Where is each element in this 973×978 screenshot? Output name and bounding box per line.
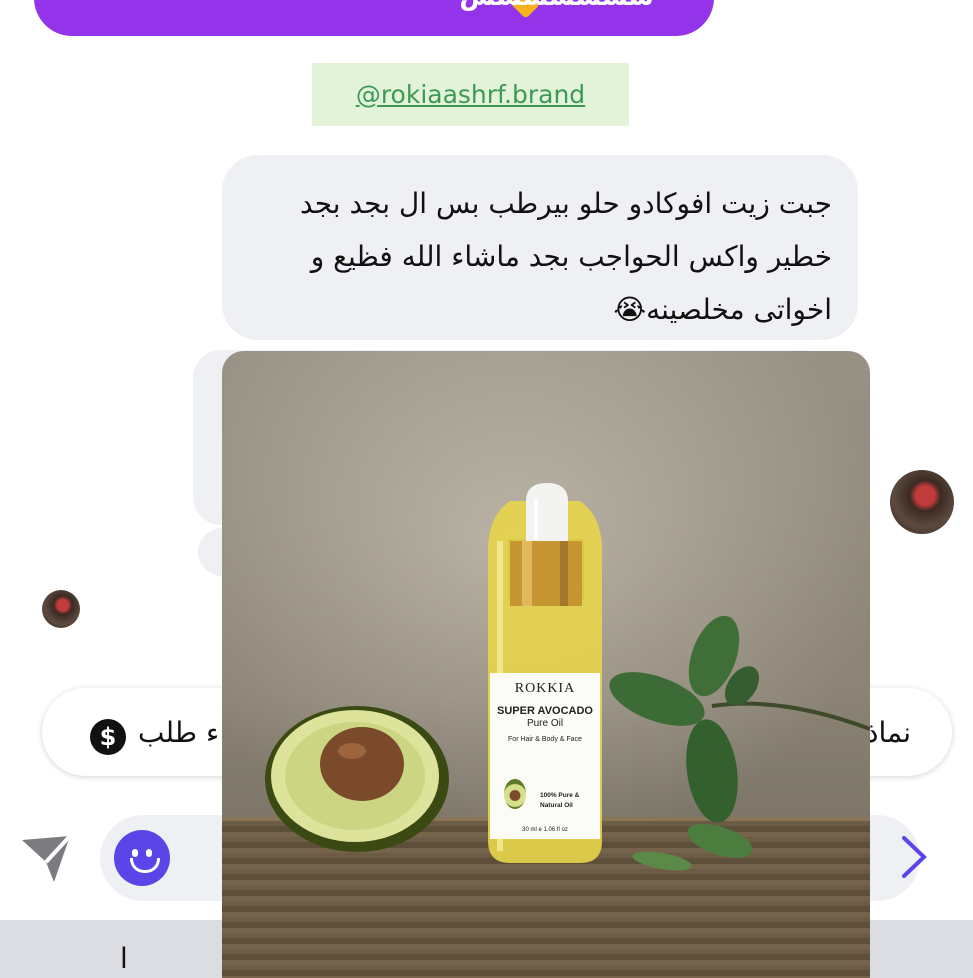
- recipient-avatar[interactable]: [42, 590, 80, 628]
- previous-message-bubble: سسسسسسس: [34, 0, 714, 36]
- avocado-pit: [320, 727, 404, 801]
- product-illustration: [265, 483, 870, 871]
- avocado-logo-icon: [504, 779, 526, 809]
- samples-chip[interactable]: نماذ: [866, 716, 911, 749]
- smiley-icon[interactable]: [114, 830, 170, 886]
- label-usage: For Hair & Body & Face: [508, 736, 582, 743]
- previous-message-text: سسسسسسس: [459, 0, 654, 12]
- dropper-bulb: [526, 483, 568, 541]
- label-brand: ROKKIA: [514, 681, 576, 696]
- chevron-right-icon[interactable]: [896, 834, 930, 880]
- paper-plane-icon[interactable]: [18, 832, 74, 886]
- leaf: [687, 824, 753, 858]
- bottle-collar: [510, 541, 582, 606]
- message-line-1: جبت زيت افوكادو حلو بيرطب بس ال بجد بجد: [300, 187, 832, 220]
- incoming-message-bubble: جبت زيت افوكادو حلو بيرطب بس ال بجد بجد …: [222, 155, 858, 340]
- bottom-bar-text: ا: [120, 942, 128, 975]
- dollar-icon[interactable]: $: [90, 719, 126, 755]
- label-product-name: SUPER AVOCADO: [497, 705, 593, 717]
- brand-link-text[interactable]: @rokiaashrf.brand: [356, 80, 585, 109]
- brand-link-message[interactable]: @rokiaashrf.brand: [312, 63, 629, 126]
- sender-avatar[interactable]: [890, 470, 954, 534]
- product-photo[interactable]: ROKKIA SUPER AVOCADO Pure Oil For Hair &…: [222, 351, 870, 978]
- label-product-type: Pure Oil: [526, 718, 564, 729]
- message-line-2: خطير واكس الحواجب بجد ماشاء الله فظيع و: [310, 240, 832, 273]
- label-volume: 30 ml e 1.06 fl oz: [522, 827, 568, 833]
- message-line-3: اخواتى مخلصينه😭: [613, 293, 832, 326]
- leaf: [686, 719, 738, 823]
- bottle-label: ROKKIA SUPER AVOCADO Pure Oil For Hair &…: [490, 673, 600, 839]
- label-purity: 100% Pure & Natural Oil: [540, 792, 580, 809]
- leaf: [632, 851, 692, 871]
- place-order-chip[interactable]: ء طلب: [138, 716, 219, 749]
